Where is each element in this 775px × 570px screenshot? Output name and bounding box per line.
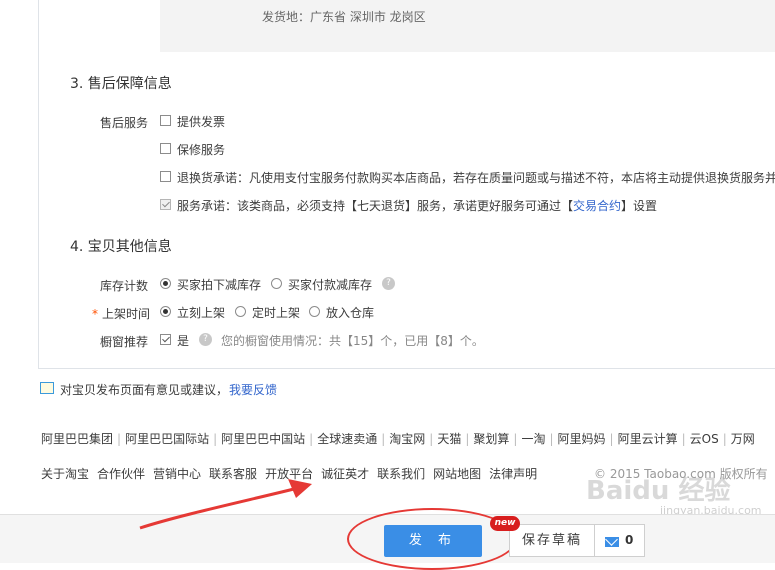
warranty-checkbox[interactable] <box>160 143 171 154</box>
window-usage-hint: 您的橱窗使用情况：共【15】个，已用【8】个。 <box>221 334 484 348</box>
shipping-origin-text: 发货地：广东省 深圳市 龙岗区 <box>262 10 426 24</box>
stock-count-label: 库存计数 <box>100 279 149 293</box>
after-sales-section-title: 3. 售后保障信息 <box>70 76 172 92</box>
footer-link[interactable]: 阿里巴巴集团 <box>41 432 113 446</box>
after-sales-label: 售后服务 <box>100 116 149 130</box>
footer-link[interactable]: 联系客服 <box>209 467 257 481</box>
footer-link[interactable]: 阿里云计算 <box>618 432 678 446</box>
list-scheduled-radio[interactable] <box>235 306 246 317</box>
message-button[interactable]: 0 <box>595 524 645 557</box>
footer-link[interactable]: 开放平台 <box>265 467 313 481</box>
footer-link[interactable]: 合作伙伴 <box>97 467 145 481</box>
stock-on-order-label: 买家拍下减库存 <box>177 278 262 292</box>
list-warehouse-label: 放入仓库 <box>326 306 375 320</box>
feedback-icon <box>40 382 54 394</box>
footer-link[interactable]: 阿里巴巴国际站 <box>125 432 209 446</box>
new-badge: new <box>490 516 520 531</box>
list-now-radio[interactable] <box>160 306 171 317</box>
stock-on-payment-label: 买家付款减库存 <box>288 278 373 292</box>
footer-links-group: 阿里巴巴集团 | 阿里巴巴国际站 | 阿里巴巴中国站 | 全球速卖通 | 淘宝网 | 天猫 | 聚划算 |… <box>41 432 755 446</box>
window-recommend-value: 是 <box>177 334 190 348</box>
footer-link[interactable]: 联系我们 <box>377 467 425 481</box>
footer-links-secondary: 关于淘宝 合作伙伴 营销中心 联系客服 开放平台 诚征英才 联系我们 网站地图 法律声明 <box>41 465 545 482</box>
footer-link[interactable]: 网站地图 <box>433 467 481 481</box>
return-promise-label: 退换货承诺：凡使用支付宝服务付款购买本店商品，若存在质量问题或与描述不符，本店将… <box>177 171 775 185</box>
footer-link[interactable]: 阿里巴巴中国站 <box>221 432 305 446</box>
service-promise-prefix: 服务承诺：该类商品，必须支持【七天退货】服务，承诺更好服务可通过【 <box>177 199 574 213</box>
window-recommend-label: 橱窗推荐 <box>100 335 149 349</box>
feedback-link[interactable]: 我要反馈 <box>229 381 277 398</box>
envelope-icon <box>605 537 619 547</box>
footer-link[interactable]: 全球速卖通 <box>317 432 377 446</box>
service-promise-suffix: 】设置 <box>621 199 658 213</box>
footer-link[interactable]: 云OS <box>690 432 719 446</box>
footer-link[interactable]: 一淘 <box>521 432 545 446</box>
window-recommend-checkbox[interactable] <box>160 334 171 345</box>
message-count: 0 <box>625 533 634 547</box>
warranty-option-label: 保修服务 <box>177 143 226 157</box>
panel-divider <box>38 368 775 369</box>
footer-link[interactable]: 万网 <box>731 432 755 446</box>
footer-link[interactable]: 淘宝网 <box>389 432 425 446</box>
footer-link[interactable]: 关于淘宝 <box>41 467 89 481</box>
invoice-option-label: 提供发票 <box>177 115 226 129</box>
footer-link[interactable]: 法律声明 <box>489 467 537 481</box>
service-promise-text: 服务承诺：该类商品，必须支持【七天退货】服务，承诺更好服务可通过【交易合约】设置 <box>177 197 657 214</box>
footer-link[interactable]: 聚划算 <box>473 432 509 446</box>
feedback-text: 对宝贝发布页面有意见或建议， <box>60 383 229 397</box>
save-draft-button[interactable]: 保存草稿 <box>509 524 595 557</box>
list-warehouse-radio[interactable] <box>309 306 320 317</box>
service-promise-checkbox[interactable] <box>160 199 171 210</box>
shipping-info-box <box>160 0 775 52</box>
list-now-label: 立刻上架 <box>177 306 226 320</box>
listing-time-text: 上架时间 <box>102 307 151 321</box>
footer-link[interactable]: 诚征英才 <box>321 467 369 481</box>
trade-contract-link[interactable]: 交易合约 <box>573 199 621 213</box>
stock-on-payment-radio[interactable] <box>271 278 282 289</box>
footer-link[interactable]: 营销中心 <box>153 467 201 481</box>
help-icon[interactable]: ? <box>199 333 212 346</box>
stock-on-order-radio[interactable] <box>160 278 171 289</box>
baidu-watermark: Baidu 经验 <box>586 476 731 506</box>
other-info-section-title: 4. 宝贝其他信息 <box>70 239 172 255</box>
return-promise-checkbox[interactable] <box>160 171 171 182</box>
footer-link[interactable]: 阿里妈妈 <box>558 432 606 446</box>
footer-link[interactable]: 天猫 <box>437 432 461 446</box>
listing-time-label: * 上架时间 <box>92 305 150 322</box>
required-marker: * <box>92 307 98 321</box>
list-scheduled-label: 定时上架 <box>252 306 301 320</box>
invoice-checkbox[interactable] <box>160 115 171 126</box>
help-icon[interactable]: ? <box>382 277 395 290</box>
panel-border <box>38 0 39 369</box>
